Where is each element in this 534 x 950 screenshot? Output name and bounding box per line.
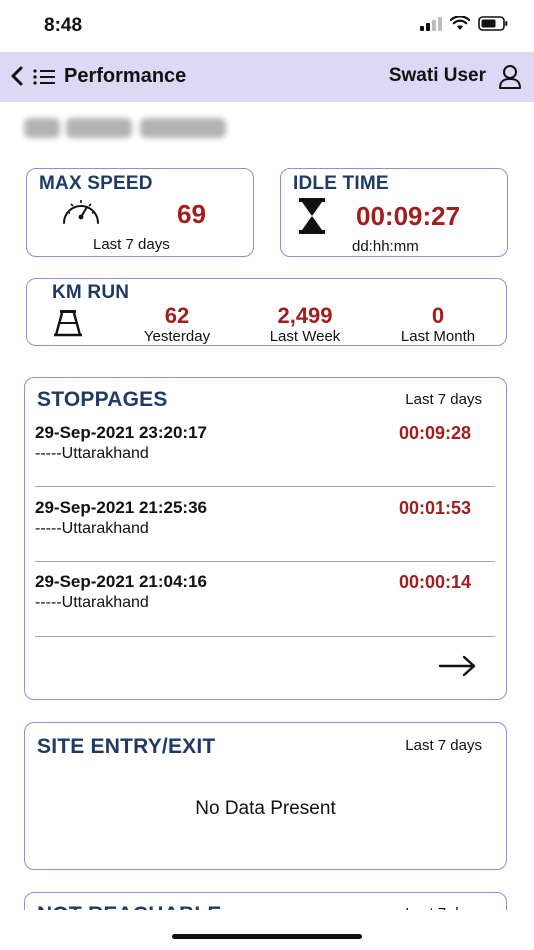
status-time: 8:48 — [44, 15, 83, 36]
idle-time-title: IDLE TIME — [293, 173, 389, 194]
speedometer-icon — [63, 200, 99, 224]
home-indicator[interactable] — [172, 934, 362, 939]
page-title: Performance — [64, 65, 187, 87]
site-entry-title: SITE ENTRY/EXIT — [37, 735, 216, 758]
max-speed-card[interactable]: MAX SPEED 69 Last 7 days — [26, 168, 254, 257]
chevron-left-icon — [11, 66, 23, 86]
km-last-week: 2,499 Last Week — [253, 304, 357, 346]
km-last-month-label: Last Month — [400, 328, 476, 345]
km-yesterday: 62 Yesterday — [125, 304, 229, 346]
stoppages-title: STOPPAGES — [37, 388, 168, 411]
km-last-week-value: 2,499 — [277, 303, 333, 328]
stoppage-location: -----Uttarakhand — [35, 445, 149, 462]
stoppages-period: Last 7 days — [405, 391, 482, 408]
bottom-safe-area — [0, 910, 534, 950]
stoppage-location: -----Uttarakhand — [35, 594, 149, 611]
km-run-card[interactable]: KM RUN 62 Yesterday 2,499 Last Week 0 La… — [26, 278, 507, 346]
km-last-month: 0 Last Month — [383, 304, 493, 346]
wifi-icon — [450, 16, 470, 30]
km-yesterday-value: 62 — [164, 303, 190, 328]
signal-icon — [420, 16, 442, 31]
km-yesterday-label: Yesterday — [143, 328, 211, 345]
stoppage-datetime: 29-Sep-2021 21:04:16 — [35, 572, 208, 591]
menu-button[interactable] — [32, 66, 56, 88]
stoppages-card: STOPPAGES Last 7 days 29-Sep-2021 23:20:… — [24, 377, 507, 700]
user-name[interactable]: Swati User — [389, 65, 486, 87]
stoppage-row[interactable]: 29-Sep-2021 21:04:16 -----Uttarakhand 00… — [35, 572, 495, 646]
row-divider — [35, 561, 495, 562]
stoppage-datetime: 29-Sep-2021 23:20:17 — [35, 423, 208, 442]
max-speed-title: MAX SPEED — [39, 173, 153, 194]
profile-button[interactable] — [498, 64, 522, 90]
idle-time-format: dd:hh:mm — [352, 238, 419, 255]
back-button[interactable] — [6, 63, 28, 89]
site-entry-card: SITE ENTRY/EXIT Last 7 days No Data Pres… — [24, 722, 507, 870]
stoppage-duration: 00:09:28 — [398, 423, 471, 443]
max-speed-period: Last 7 days — [93, 236, 170, 253]
row-divider — [35, 636, 495, 637]
status-bar: 8:48 — [0, 0, 534, 50]
km-last-week-label: Last Week — [269, 328, 341, 345]
hourglass-icon — [299, 198, 325, 234]
km-run-title: KM RUN — [52, 282, 130, 303]
arrow-right-icon[interactable] — [438, 654, 478, 678]
nav-bar: Performance Swati User — [0, 52, 534, 102]
stoppage-location: -----Uttarakhand — [35, 520, 149, 537]
km-last-month-value: 0 — [431, 303, 445, 328]
no-data-message: No Data Present — [195, 798, 336, 819]
stoppage-datetime: 29-Sep-2021 21:25:36 — [35, 498, 208, 517]
site-entry-period: Last 7 days — [405, 737, 482, 754]
idle-time-value: 00:09:27 — [356, 201, 461, 231]
row-divider — [35, 486, 495, 487]
stoppage-duration: 00:00:14 — [398, 572, 471, 592]
vehicle-id-redacted — [24, 114, 228, 142]
battery-icon — [478, 16, 508, 31]
stoppage-duration: 00:01:53 — [398, 498, 471, 518]
status-icons — [420, 16, 508, 31]
user-icon — [499, 65, 521, 89]
max-speed-value: 69 — [177, 199, 206, 229]
road-icon — [54, 310, 82, 337]
idle-time-card[interactable]: IDLE TIME 00:09:27 dd:hh:mm — [280, 168, 508, 257]
list-menu-icon — [33, 69, 55, 85]
